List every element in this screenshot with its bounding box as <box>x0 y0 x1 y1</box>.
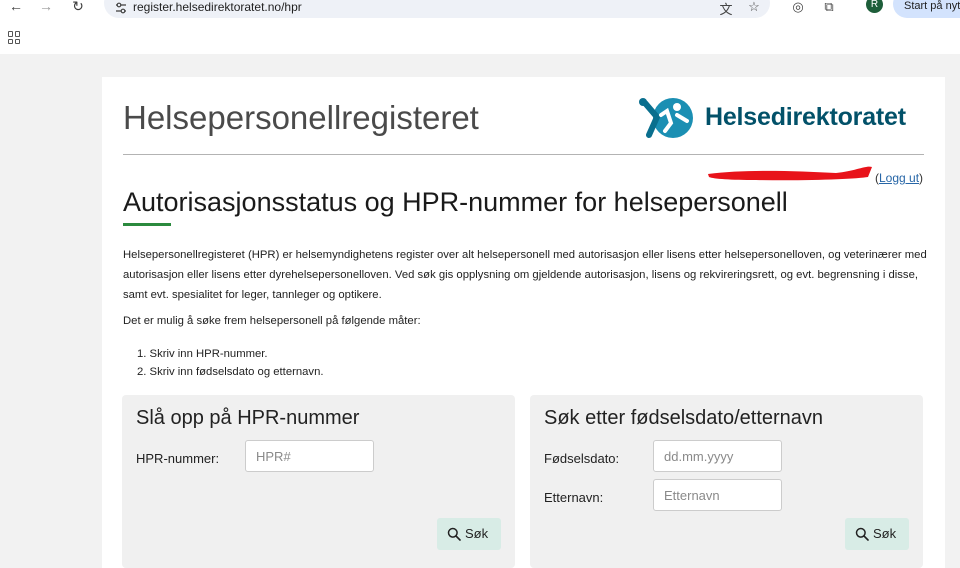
site-settings-icon[interactable] <box>114 1 128 15</box>
start-over-button[interactable]: Start på nytt <box>893 0 960 18</box>
back-arrow-icon[interactable]: ← <box>6 0 26 14</box>
heading-accent-bar <box>123 223 171 226</box>
logout-area: (Logg ut) <box>875 171 923 185</box>
redacted-username-scribble <box>708 166 872 181</box>
surname-label: Etternavn: <box>544 490 604 505</box>
reload-icon[interactable]: ↻ <box>68 0 88 14</box>
search-methods-intro: Det er mulig å søke frem helsepersonell … <box>123 315 421 327</box>
birthdate-label: Fødselsdato: <box>544 451 620 466</box>
name-search-panel: Søk etter fødselsdato/etternavn Fødselsd… <box>530 395 923 568</box>
list-item: 2. Skriv inn fødselsdato og etternavn. <box>137 366 324 378</box>
name-search-button[interactable]: Søk <box>845 518 909 550</box>
bookmark-star-icon[interactable]: ☆ <box>746 0 762 15</box>
page-background: Helsepersonellregisteret Helsedirektorat… <box>0 54 960 568</box>
hpr-search-button[interactable]: Søk <box>437 518 501 550</box>
header-divider <box>123 154 924 155</box>
birthdate-input[interactable] <box>653 440 782 472</box>
brand-logo-icon <box>639 98 693 138</box>
apps-grid-icon[interactable] <box>8 31 21 44</box>
hpr-panel-title: Slå opp på HPR-nummer <box>136 407 360 429</box>
puzzle-icon[interactable]: ⧉ <box>820 0 838 15</box>
search-methods-list: 1. Skriv inn HPR-nummer. 2. Skriv inn fø… <box>137 345 324 381</box>
bookmarks-bar <box>0 22 960 54</box>
address-bar[interactable]: register.helsedirektoratet.no/hpr 文 ☆ <box>104 0 770 18</box>
content-container: Helsepersonellregisteret Helsedirektorat… <box>102 77 945 568</box>
address-url[interactable]: register.helsedirektoratet.no/hpr <box>133 0 302 14</box>
search-icon <box>855 527 869 541</box>
page-heading: Autorisasjonsstatus og HPR-nummer for he… <box>123 187 788 217</box>
search-button-label: Søk <box>873 526 897 541</box>
search-button-label: Søk <box>465 526 489 541</box>
hpr-number-input[interactable] <box>245 440 374 472</box>
search-icon <box>447 527 461 541</box>
translate-icon[interactable]: 文 <box>718 0 734 18</box>
forward-arrow-icon[interactable]: → <box>36 0 56 14</box>
logout-paren-close: ) <box>919 171 924 185</box>
name-panel-title: Søk etter fødselsdato/etternavn <box>544 407 824 429</box>
intro-paragraph: Helsepersonellregisteret (HPR) er helsem… <box>123 249 927 301</box>
extension-icon[interactable]: ◎ <box>789 0 807 15</box>
surname-input[interactable] <box>653 479 782 511</box>
browser-toolbar: ← → ↻ register.helsedirektoratet.no/hpr … <box>0 0 960 22</box>
site-title[interactable]: Helsepersonellregisteret <box>123 99 479 137</box>
brand-name: Helsedirektoratet <box>705 103 906 131</box>
helsedirektoratet-logo[interactable]: Helsedirektoratet <box>637 97 927 139</box>
hpr-number-label: HPR-nummer: <box>136 451 220 466</box>
profile-avatar[interactable]: R <box>866 0 883 13</box>
list-item: 1. Skriv inn HPR-nummer. <box>137 348 268 360</box>
hpr-search-panel: Slå opp på HPR-nummer HPR-nummer: Søk <box>122 395 515 568</box>
logout-link[interactable]: Logg ut <box>879 171 919 185</box>
